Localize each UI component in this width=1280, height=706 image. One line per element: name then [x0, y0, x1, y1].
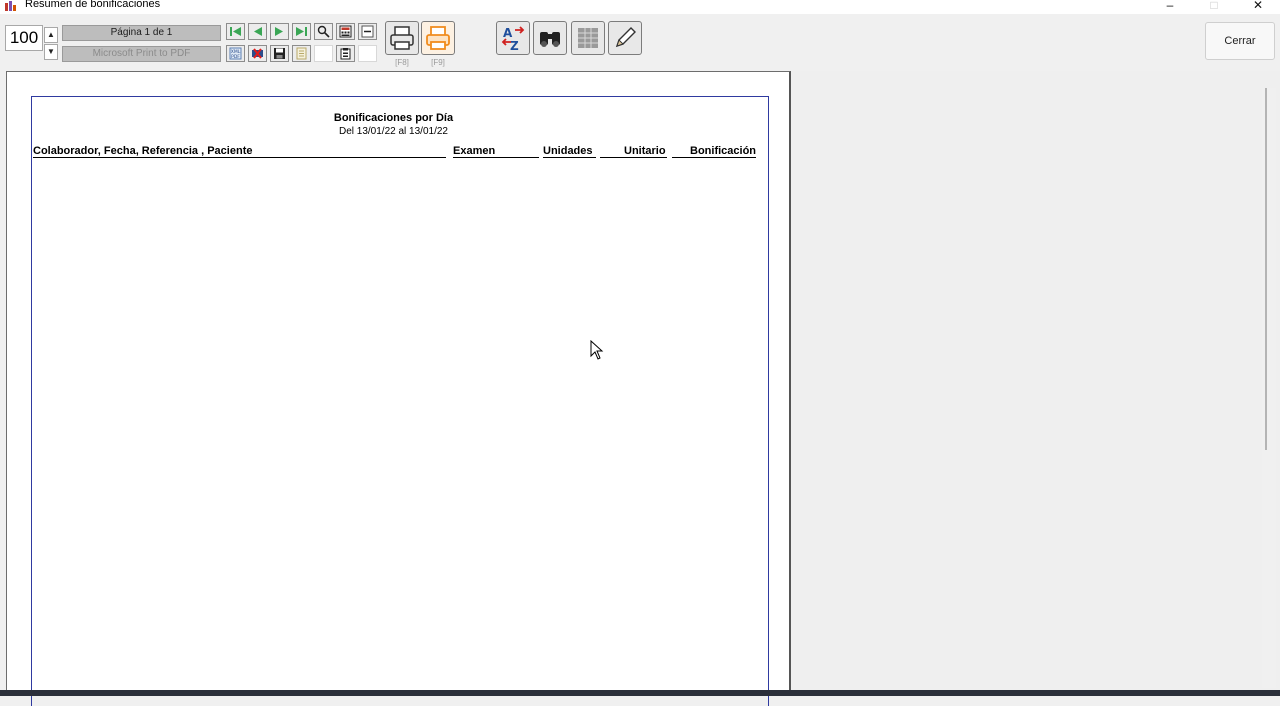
excel-button[interactable]: [248, 45, 267, 62]
toolbar: 100 ▲ ▼ Página 1 de 1 Microsoft Print to…: [0, 14, 1280, 71]
app-icon: [5, 1, 16, 11]
svg-text:A: A: [503, 26, 513, 40]
report-date-range: Del 13/01/22 al 13/01/22: [339, 126, 448, 137]
minus-icon: [361, 25, 374, 38]
document-icon: [296, 47, 307, 60]
last-page-icon: [296, 27, 307, 36]
next-page-button[interactable]: [270, 23, 289, 40]
zoom-input[interactable]: 100: [5, 25, 43, 51]
save-button[interactable]: [270, 45, 289, 62]
column-header-unitario: Unitario: [624, 145, 666, 157]
column-header-examen: Examen: [453, 145, 496, 157]
sort-button[interactable]: AZ: [496, 21, 530, 55]
report-preview: Bonificaciones por Día Del 13/01/22 al 1…: [6, 71, 791, 706]
binoculars-icon: [540, 32, 560, 47]
edit-button[interactable]: [608, 21, 642, 55]
sort-az-icon: AZ: [501, 26, 525, 52]
calculator-icon: [339, 25, 352, 38]
column-header-unidades: Unidades: [543, 145, 593, 157]
first-page-icon: [230, 27, 241, 36]
printer-icon: [390, 26, 414, 50]
grid-button[interactable]: [571, 21, 605, 55]
print-all-button[interactable]: [421, 21, 455, 55]
header-rule-2: [453, 157, 539, 158]
report-page: Bonificaciones por Día Del 13/01/22 al 1…: [31, 96, 769, 706]
prev-page-button[interactable]: [248, 23, 267, 40]
header-rule-5: [672, 157, 756, 158]
calculator-button[interactable]: [336, 23, 355, 40]
page-indicator: Página 1 de 1: [62, 25, 221, 41]
last-page-button[interactable]: [292, 23, 311, 40]
header-rule-4: [600, 157, 667, 158]
header-rule-1: [33, 157, 446, 158]
title-bar: Resumen de bonificaciones – □ ✕: [0, 0, 1280, 14]
print-button[interactable]: [385, 21, 419, 55]
blank-button-2[interactable]: [358, 45, 377, 62]
mouse-cursor-icon: [590, 340, 604, 360]
excel-icon: [252, 48, 263, 59]
svg-text:Z: Z: [510, 39, 519, 52]
zoom-up-button[interactable]: ▲: [44, 27, 58, 43]
export-button[interactable]: XML PDF: [226, 45, 245, 62]
minimize-button[interactable]: –: [1148, 0, 1192, 14]
side-panel: [792, 71, 1280, 696]
clipboard-icon: [340, 48, 351, 60]
column-header-bonificacion: Bonificación: [690, 145, 757, 157]
next-page-icon: [275, 27, 283, 36]
clipboard-button[interactable]: [336, 45, 355, 62]
close-window-button[interactable]: ✕: [1236, 0, 1280, 14]
save-icon: [274, 48, 285, 59]
grid-icon: [578, 28, 598, 48]
taskbar-edge: [0, 690, 1280, 696]
first-page-button[interactable]: [226, 23, 245, 40]
prev-page-icon: [254, 27, 262, 36]
zoom-down-button[interactable]: ▼: [44, 44, 58, 60]
blank-button-1[interactable]: [314, 45, 333, 62]
svg-text:PDF: PDF: [231, 54, 240, 60]
pencil-icon: [615, 27, 636, 48]
search-button[interactable]: [533, 21, 567, 55]
report-title: Bonificaciones por Día: [333, 112, 454, 124]
printer-select[interactable]: Microsoft Print to PDF: [62, 46, 221, 62]
zoom-tool-icon: [317, 25, 330, 38]
document-button[interactable]: [292, 45, 311, 62]
zoom-tool-button[interactable]: [314, 23, 333, 40]
scrollbar-thumb[interactable]: [1265, 88, 1267, 450]
printer-all-icon: [426, 26, 450, 50]
print-all-hotkey-label: [F9]: [431, 58, 445, 67]
maximize-button[interactable]: □: [1192, 0, 1236, 14]
window-title: Resumen de bonificaciones: [25, 0, 161, 10]
column-header-colaborador: Colaborador, Fecha, Referencia , Pacient…: [33, 145, 253, 157]
close-report-button[interactable]: Cerrar: [1205, 22, 1275, 60]
print-hotkey-label: [F8]: [395, 58, 409, 67]
separator-button[interactable]: [358, 23, 377, 40]
export-icon: XMLPDF: [229, 47, 242, 60]
header-rule-3: [543, 157, 596, 158]
